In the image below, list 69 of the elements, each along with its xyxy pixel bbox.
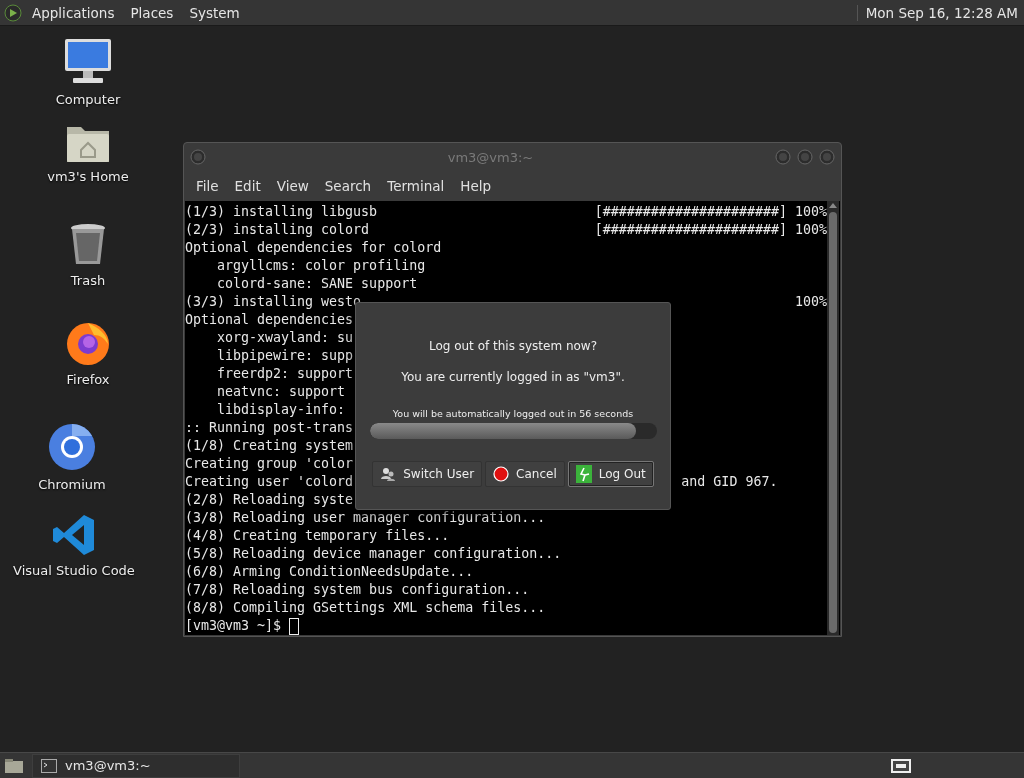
menu-item[interactable]: Edit (226, 178, 269, 194)
clock[interactable]: Mon Sep 16, 12:28 AM (856, 4, 1020, 21)
panel-menu[interactable]: Places (124, 4, 180, 21)
terminal-line: freerdp2: support (216, 365, 354, 383)
dialog-button[interactable]: Cancel (485, 461, 565, 487)
distro-logo-icon[interactable] (4, 3, 22, 22)
terminal-line: (2/8) Reloading syste (185, 491, 354, 509)
menu-item[interactable]: View (268, 178, 317, 194)
terminal-line: [vm3@vm3 ~]$ (185, 617, 283, 635)
panel-menu[interactable]: System (183, 4, 246, 21)
desktop-icon-label[interactable]: vm3's Home (47, 169, 129, 184)
minimize-icon[interactable] (775, 149, 791, 165)
countdown-text: You will be automatically logged out in 56 seconds (392, 408, 634, 419)
terminal-line: xorg-xwayland: su (216, 329, 354, 347)
terminal-line: (5/8) Reloading device manager configuration... (185, 545, 562, 563)
terminal-line: (2/3) installing colord (185, 221, 370, 239)
window-menu-icon[interactable] (190, 149, 206, 165)
terminal-line: [######################] 100% (594, 203, 827, 221)
show-desktop-icon[interactable] (4, 757, 24, 774)
terminal-line: colord-sane: SANE support (216, 275, 418, 293)
task-label: vm3@vm3:~ (65, 758, 151, 773)
terminal-line: neatvnc: support (216, 383, 346, 401)
desktop-icon-label[interactable]: Chromium (38, 477, 106, 492)
desktop-icon-label[interactable]: Trash (70, 273, 106, 288)
workspace-switcher-icon[interactable] (890, 757, 912, 774)
terminal-line: (3/8) Reloading user manager configuration... (185, 509, 546, 527)
terminal-line: Creating group 'color (185, 455, 354, 473)
terminal-line: (6/8) Arming ConditionNeedsUpdate... (185, 563, 474, 581)
terminal-line: (1/3) installing libgusb (185, 203, 378, 221)
dialog-message: You are currently logged in as "vm3". (401, 370, 625, 384)
computer-icon (63, 38, 113, 86)
terminal-line: (1/8) Creating system (185, 437, 354, 455)
terminal-icon (41, 758, 57, 773)
scroll-up-icon[interactable] (829, 203, 837, 208)
terminal-line: (4/8) Creating temporary files... (185, 527, 450, 545)
desktop-icon-label[interactable]: Firefox (66, 372, 110, 387)
menu-item[interactable]: Terminal (379, 178, 453, 194)
terminal-line: 100% (794, 293, 827, 311)
menu-item[interactable]: Search (316, 178, 380, 194)
terminal-line: :: Running post-trans (185, 419, 354, 437)
terminal-line: Optional dependencies for colord (185, 239, 442, 257)
terminal-line: libdisplay-info: (216, 401, 346, 419)
terminal-line: and GID 967. (681, 473, 778, 491)
close-icon[interactable] (819, 149, 835, 165)
menu-item[interactable]: Help (452, 178, 500, 194)
terminal-line: Optional dependencies (185, 311, 354, 329)
dialog-question: Log out of this system now? (428, 339, 598, 353)
desktop-icon-label[interactable]: Computer (55, 92, 121, 107)
code-editor-icon (52, 513, 96, 557)
panel-menu[interactable]: Applications (26, 4, 121, 21)
chromium-icon (48, 423, 96, 471)
maximize-icon[interactable] (797, 149, 813, 165)
menu-item[interactable]: File (188, 178, 227, 194)
dialog-button[interactable]: Log Out (567, 461, 654, 487)
stop-icon (493, 466, 510, 482)
scrollbar[interactable] (827, 201, 839, 635)
terminal-line: libpipewire: supp (216, 347, 354, 365)
users-icon (380, 466, 397, 482)
window-title: vm3@vm3:~ (446, 149, 535, 165)
terminal-line: argyllcms: color profiling (216, 257, 426, 275)
terminal-line: (8/8) Compiling GSettings XML schema files... (185, 599, 546, 617)
terminal-line: [######################] 100% (594, 221, 827, 239)
desktop-icon-label[interactable]: Visual Studio Code (13, 563, 135, 578)
trash-icon (69, 223, 107, 267)
taskbar-button[interactable]: vm3@vm3:~ (32, 753, 240, 778)
exit-icon (575, 465, 592, 483)
terminal-line: (7/8) Reloading system bus configuration... (185, 581, 530, 599)
dialog-button[interactable]: Switch User (372, 461, 483, 487)
terminal-line: Creating user 'colord (185, 473, 354, 491)
